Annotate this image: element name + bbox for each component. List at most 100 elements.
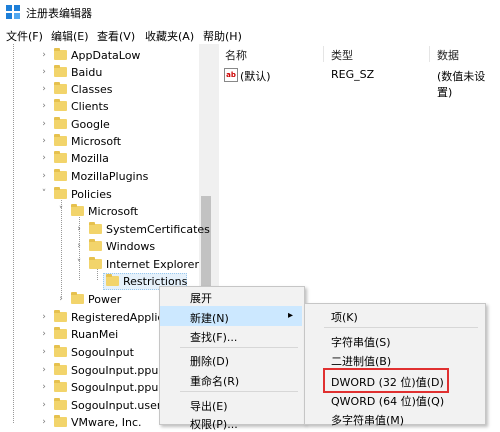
folder-icon: [89, 257, 102, 269]
folder-icon: [54, 327, 67, 339]
chevron-down-icon[interactable]: ˅: [56, 203, 66, 220]
chevron-right-icon[interactable]: ›: [39, 116, 49, 133]
tree-node[interactable]: › AppDataLow: [0, 47, 199, 64]
context-item-rename[interactable]: 重命名(R): [190, 373, 239, 389]
chevron-right-icon[interactable]: ›: [39, 379, 49, 396]
folder-icon: [89, 222, 102, 234]
tree-node[interactable]: › MozillaPlugins: [0, 168, 199, 185]
tree-node-label: RuanMei: [71, 328, 119, 341]
context-item-delete[interactable]: 删除(D): [190, 353, 229, 369]
chevron-right-icon[interactable]: ›: [74, 221, 84, 238]
tree-node-label: Google: [71, 118, 110, 131]
folder-icon: [54, 398, 67, 410]
tree-node-label: SystemCertificates: [106, 223, 210, 236]
tree-node[interactable]: ˅ Policies: [0, 186, 199, 203]
column-header-name[interactable]: 名称: [225, 47, 247, 63]
tree-node-label: Microsoft: [88, 205, 139, 218]
folder-icon: [54, 380, 67, 392]
context-item-find[interactable]: 查找(F)...: [190, 329, 237, 345]
chevron-right-icon[interactable]: ›: [39, 168, 49, 185]
value-data[interactable]: (数值未设置): [437, 68, 500, 100]
submenu-arrow-icon: ▸: [288, 310, 294, 321]
tree-node[interactable]: › Mozilla: [0, 150, 199, 167]
menu-file[interactable]: 文件(F): [6, 28, 43, 44]
submenu-item-key[interactable]: 项(K): [331, 309, 358, 325]
folder-icon: [54, 187, 67, 199]
column-separator[interactable]: [323, 46, 324, 62]
submenu-item-multistring[interactable]: 多字符串值(M): [331, 412, 404, 428]
chevron-right-icon[interactable]: ›: [39, 47, 49, 64]
tree-node[interactable]: › Classes: [0, 81, 199, 98]
menu-view[interactable]: 查看(V): [97, 28, 135, 44]
column-header-type[interactable]: 类型: [331, 47, 353, 63]
submenu-item-qword[interactable]: QWORD (64 位)值(Q): [331, 393, 444, 409]
tree-node-label: Microsoft: [71, 135, 122, 148]
tree-node-label: Baidu: [71, 66, 103, 79]
tree-node-label: SogouInput.ppup: [71, 381, 166, 394]
folder-icon: [54, 415, 67, 427]
tree-node[interactable]: ˅ Internet Explorer: [0, 256, 199, 273]
tree-node-label: Internet Explorer: [106, 258, 199, 271]
folder-icon: [54, 310, 67, 322]
chevron-right-icon[interactable]: ›: [39, 98, 49, 115]
folder-icon: [71, 204, 84, 216]
tree-node[interactable]: › Clients: [0, 98, 199, 115]
chevron-right-icon[interactable]: ›: [39, 133, 49, 150]
folder-icon: [54, 99, 67, 111]
tree-node-label: MozillaPlugins: [71, 170, 149, 183]
folder-icon: [71, 292, 84, 304]
registry-editor-icon: [6, 5, 20, 19]
chevron-right-icon[interactable]: ›: [39, 150, 49, 167]
chevron-right-icon[interactable]: ›: [39, 309, 49, 326]
chevron-down-icon[interactable]: ˅: [74, 256, 84, 273]
window-title: 注册表编辑器: [26, 7, 92, 20]
menu-help[interactable]: 帮助(H): [203, 28, 242, 44]
tree-node-label: AppDataLow: [71, 49, 141, 62]
menu-favorites[interactable]: 收藏夹(A): [145, 28, 194, 44]
menu-separator: [324, 327, 478, 328]
tree-node[interactable]: › Microsoft: [0, 133, 199, 150]
menu-separator: [180, 391, 298, 392]
folder-icon: [54, 82, 67, 94]
tree-node[interactable]: › Baidu: [0, 64, 199, 81]
submenu-item-binary[interactable]: 二进制值(B): [331, 353, 391, 369]
chevron-right-icon[interactable]: ›: [74, 238, 84, 255]
tree-node-label: SogouInput.ppup: [71, 364, 166, 377]
folder-icon: [54, 169, 67, 181]
chevron-right-icon[interactable]: ›: [39, 362, 49, 379]
tree-node-label: Windows: [106, 240, 156, 253]
tree-node[interactable]: › SystemCertificates: [0, 221, 210, 238]
chevron-right-icon[interactable]: ›: [39, 344, 49, 361]
tree-node-label: Clients: [71, 100, 109, 113]
tree-node-label: RegisteredApplic: [71, 311, 164, 324]
tree-node-label: Power: [88, 293, 122, 306]
column-separator[interactable]: [429, 46, 430, 62]
chevron-right-icon[interactable]: ›: [39, 326, 49, 343]
tree-node-label: Mozilla: [71, 152, 109, 165]
chevron-right-icon[interactable]: ›: [39, 397, 49, 414]
folder-icon: [54, 117, 67, 129]
tree-node[interactable]: › Google: [0, 116, 199, 133]
value-name[interactable]: (默认): [240, 68, 271, 84]
folder-icon: [54, 134, 67, 146]
chevron-right-icon[interactable]: ›: [39, 64, 49, 81]
menu-edit[interactable]: 编辑(E): [51, 28, 89, 44]
tree-node[interactable]: › Windows: [0, 238, 199, 255]
tree-node[interactable]: ˅ Microsoft: [0, 203, 199, 220]
tree-node-label: Classes: [71, 83, 113, 96]
chevron-right-icon[interactable]: ›: [39, 81, 49, 98]
tree-node-label: SogouInput: [71, 346, 134, 359]
context-item-expand[interactable]: 展开: [190, 290, 212, 306]
folder-icon: [54, 345, 67, 357]
value-type[interactable]: REG_SZ: [331, 68, 374, 81]
context-item-permissions[interactable]: 权限(P)...: [190, 416, 238, 432]
string-value-icon: ab: [224, 68, 238, 82]
context-item-new[interactable]: 新建(N): [190, 310, 229, 326]
menu-bar: 文件(F) 编辑(E) 查看(V) 收藏夹(A) 帮助(H): [0, 24, 500, 44]
context-item-export[interactable]: 导出(E): [190, 398, 228, 414]
chevron-right-icon[interactable]: ›: [56, 291, 66, 308]
chevron-down-icon[interactable]: ˅: [39, 186, 49, 203]
submenu-item-string[interactable]: 字符串值(S): [331, 334, 391, 350]
column-header-data[interactable]: 数据: [437, 47, 459, 63]
folder-icon: [106, 274, 119, 286]
